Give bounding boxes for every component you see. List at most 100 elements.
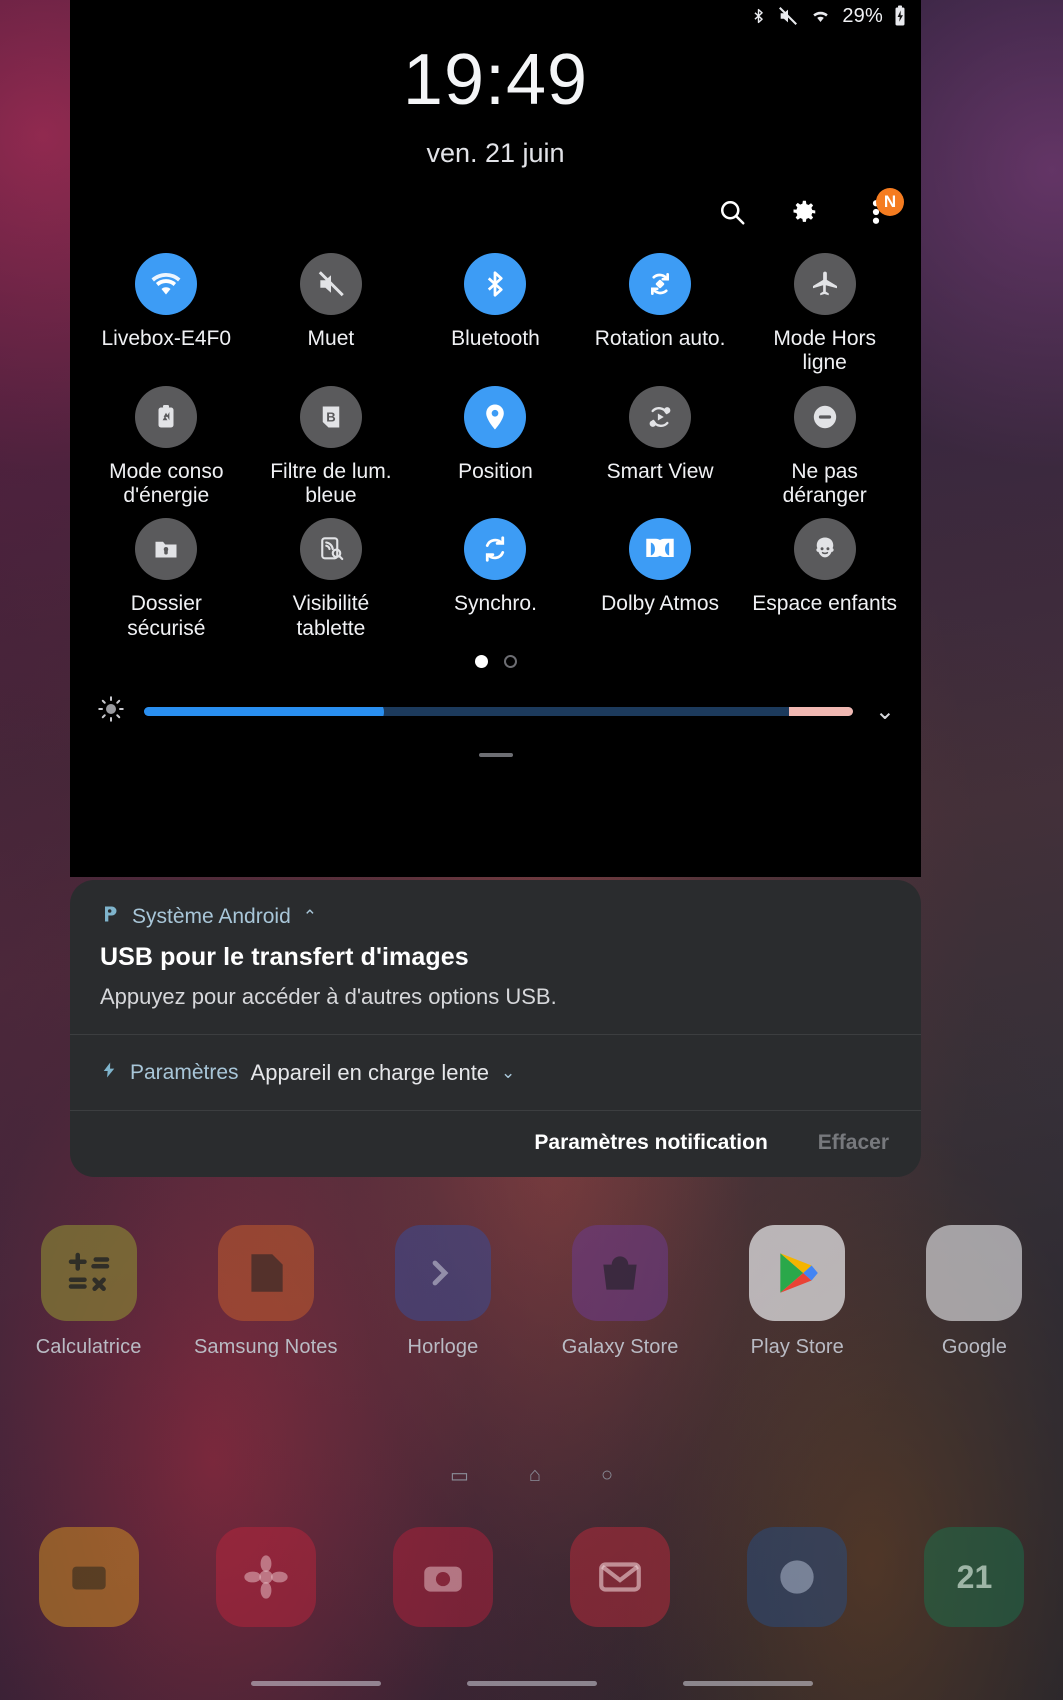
notification-header: Système Android ⌃	[100, 904, 891, 929]
recents-icon[interactable]: ▭	[450, 1463, 469, 1488]
tile-do-not-disturb[interactable]: Ne pas déranger	[742, 385, 907, 509]
page-indicator	[84, 655, 907, 669]
app-galaxy-store[interactable]: Galaxy Store	[532, 1225, 709, 1360]
secure-folder-icon	[135, 518, 198, 581]
navigation-bar: ▭ ⌂ ○	[0, 1455, 1063, 1495]
quick-settings-tiles: Livebox-E4F0 Muet Bluetooth Rotation aut…	[70, 229, 921, 669]
tile-auto-rotate[interactable]: Rotation auto.	[578, 253, 743, 376]
tile-bluetooth[interactable]: Bluetooth	[413, 253, 578, 376]
location-pin-icon	[464, 385, 527, 448]
back-icon[interactable]: ○	[601, 1464, 613, 1487]
tile-label: Position	[458, 459, 533, 483]
auto-rotate-icon	[629, 253, 692, 315]
tile-tablet-visibility[interactable]: Visibilité tablette	[249, 518, 414, 641]
app-google-folder[interactable]: Google	[886, 1225, 1063, 1360]
tile-label: Mode conso d'énergie	[109, 459, 224, 508]
app-internet[interactable]	[709, 1527, 886, 1627]
overflow-menu-icon[interactable]: N	[859, 188, 904, 229]
app-gallery[interactable]	[177, 1527, 354, 1627]
android-system-icon	[100, 904, 120, 929]
galaxy-store-icon	[572, 1225, 669, 1321]
tile-label: Bluetooth	[451, 327, 540, 350]
brightness-slider[interactable]: ⌄	[70, 668, 921, 729]
notification-title: USB pour le transfert d'images	[100, 943, 469, 971]
chevron-up-icon[interactable]: ⌃	[303, 907, 317, 927]
brightness-knob[interactable]	[357, 707, 384, 717]
page-dot[interactable]	[503, 655, 517, 669]
gesture-pill[interactable]	[682, 1680, 813, 1686]
dolby-icon	[629, 518, 692, 581]
charging-bolt-icon	[100, 1059, 118, 1086]
gesture-bar	[0, 1676, 1063, 1690]
do-not-disturb-icon	[793, 385, 856, 448]
home-app-row-2: 21	[0, 1527, 1063, 1627]
clock-date: ven. 21 juin	[426, 138, 565, 168]
notification-settings-button[interactable]: Paramètres notification	[534, 1131, 767, 1155]
notification-shade: Système Android ⌃ USB pour le transfert …	[70, 880, 921, 1177]
home-icon[interactable]: ⌂	[529, 1464, 541, 1487]
app-calculatrice[interactable]: Calculatrice	[0, 1225, 177, 1360]
tile-label: Mode Hors ligne	[773, 327, 877, 375]
app-label: Calculatrice	[35, 1336, 142, 1358]
tile-smart-view[interactable]: Smart View	[578, 385, 743, 509]
tile-mute[interactable]: Muet	[249, 253, 414, 376]
menu-badge: N	[876, 188, 904, 216]
app-email[interactable]	[532, 1527, 709, 1627]
tile-kids-mode[interactable]: Espace enfants	[742, 518, 907, 641]
brightness-fill	[144, 707, 371, 717]
email-icon	[570, 1527, 671, 1627]
notification-text: Appareil en charge lente	[250, 1059, 490, 1085]
panel-drag-handle[interactable]	[70, 729, 921, 758]
svg-text:B: B	[326, 409, 335, 424]
page-dot-active[interactable]	[474, 655, 488, 669]
app-my-files[interactable]	[0, 1527, 177, 1627]
gesture-pill[interactable]	[250, 1680, 381, 1686]
clear-all-button[interactable]: Effacer	[818, 1131, 889, 1155]
calendar-day: 21	[956, 1558, 993, 1595]
tablet-visibility-icon	[299, 518, 362, 581]
tile-power-saving[interactable]: Mode conso d'énergie	[84, 385, 249, 509]
app-camera[interactable]	[354, 1527, 531, 1627]
bluetooth-icon	[750, 5, 767, 27]
smart-view-icon	[629, 385, 692, 448]
app-calendar[interactable]: 21	[886, 1527, 1063, 1627]
calculator-icon	[40, 1225, 137, 1321]
battery-charging-icon	[893, 5, 907, 27]
gallery-icon	[215, 1527, 316, 1627]
camera-icon	[392, 1527, 493, 1627]
battery-percent: 29%	[842, 4, 883, 27]
tile-secure-folder[interactable]: Dossier sécurisé	[84, 518, 249, 641]
tile-sync[interactable]: Synchro.	[413, 518, 578, 641]
notification-primary[interactable]: Système Android ⌃ USB pour le transfert …	[70, 880, 921, 1034]
calendar-icon: 21	[924, 1527, 1025, 1627]
panel-toolbar: N	[70, 169, 921, 229]
notification-body: Appuyez pour accéder à d'autres options …	[100, 984, 557, 1009]
tile-dolby-atmos[interactable]: Dolby Atmos	[578, 518, 743, 641]
search-icon[interactable]	[715, 195, 749, 229]
tile-label: Dossier sécurisé	[127, 592, 206, 640]
app-label: Play Store	[750, 1336, 844, 1358]
app-label: Galaxy Store	[561, 1336, 679, 1358]
tile-wifi[interactable]: Livebox-E4F0	[84, 253, 249, 376]
app-horloge[interactable]: Horloge	[354, 1225, 531, 1360]
notification-app-name: Système Android	[132, 904, 291, 928]
chevron-down-icon[interactable]: ⌄	[501, 1063, 515, 1083]
brightness-icon	[96, 694, 126, 729]
app-play-store[interactable]: Play Store	[709, 1225, 886, 1360]
volume-mute-icon	[299, 253, 362, 315]
tile-label: Muet	[307, 327, 355, 350]
gesture-pill[interactable]	[466, 1680, 597, 1686]
tile-airplane-mode[interactable]: Mode Hors ligne	[742, 253, 907, 376]
clock-app-icon	[394, 1225, 491, 1321]
tile-blue-light-filter[interactable]: B Filtre de lum. bleue	[249, 385, 414, 509]
notes-icon	[217, 1225, 314, 1321]
app-label: Horloge	[407, 1336, 479, 1358]
tile-row-3: Dossier sécurisé Visibilité tablette Syn…	[84, 518, 907, 641]
brightness-track[interactable]	[144, 707, 853, 717]
tile-location[interactable]: Position	[413, 385, 578, 509]
chevron-down-icon[interactable]: ⌄	[871, 697, 899, 726]
app-samsung-notes[interactable]: Samsung Notes	[177, 1225, 354, 1360]
gear-icon[interactable]	[787, 195, 821, 229]
internet-icon	[747, 1527, 848, 1627]
notification-secondary[interactable]: Paramètres Appareil en charge lente ⌄	[70, 1035, 921, 1110]
